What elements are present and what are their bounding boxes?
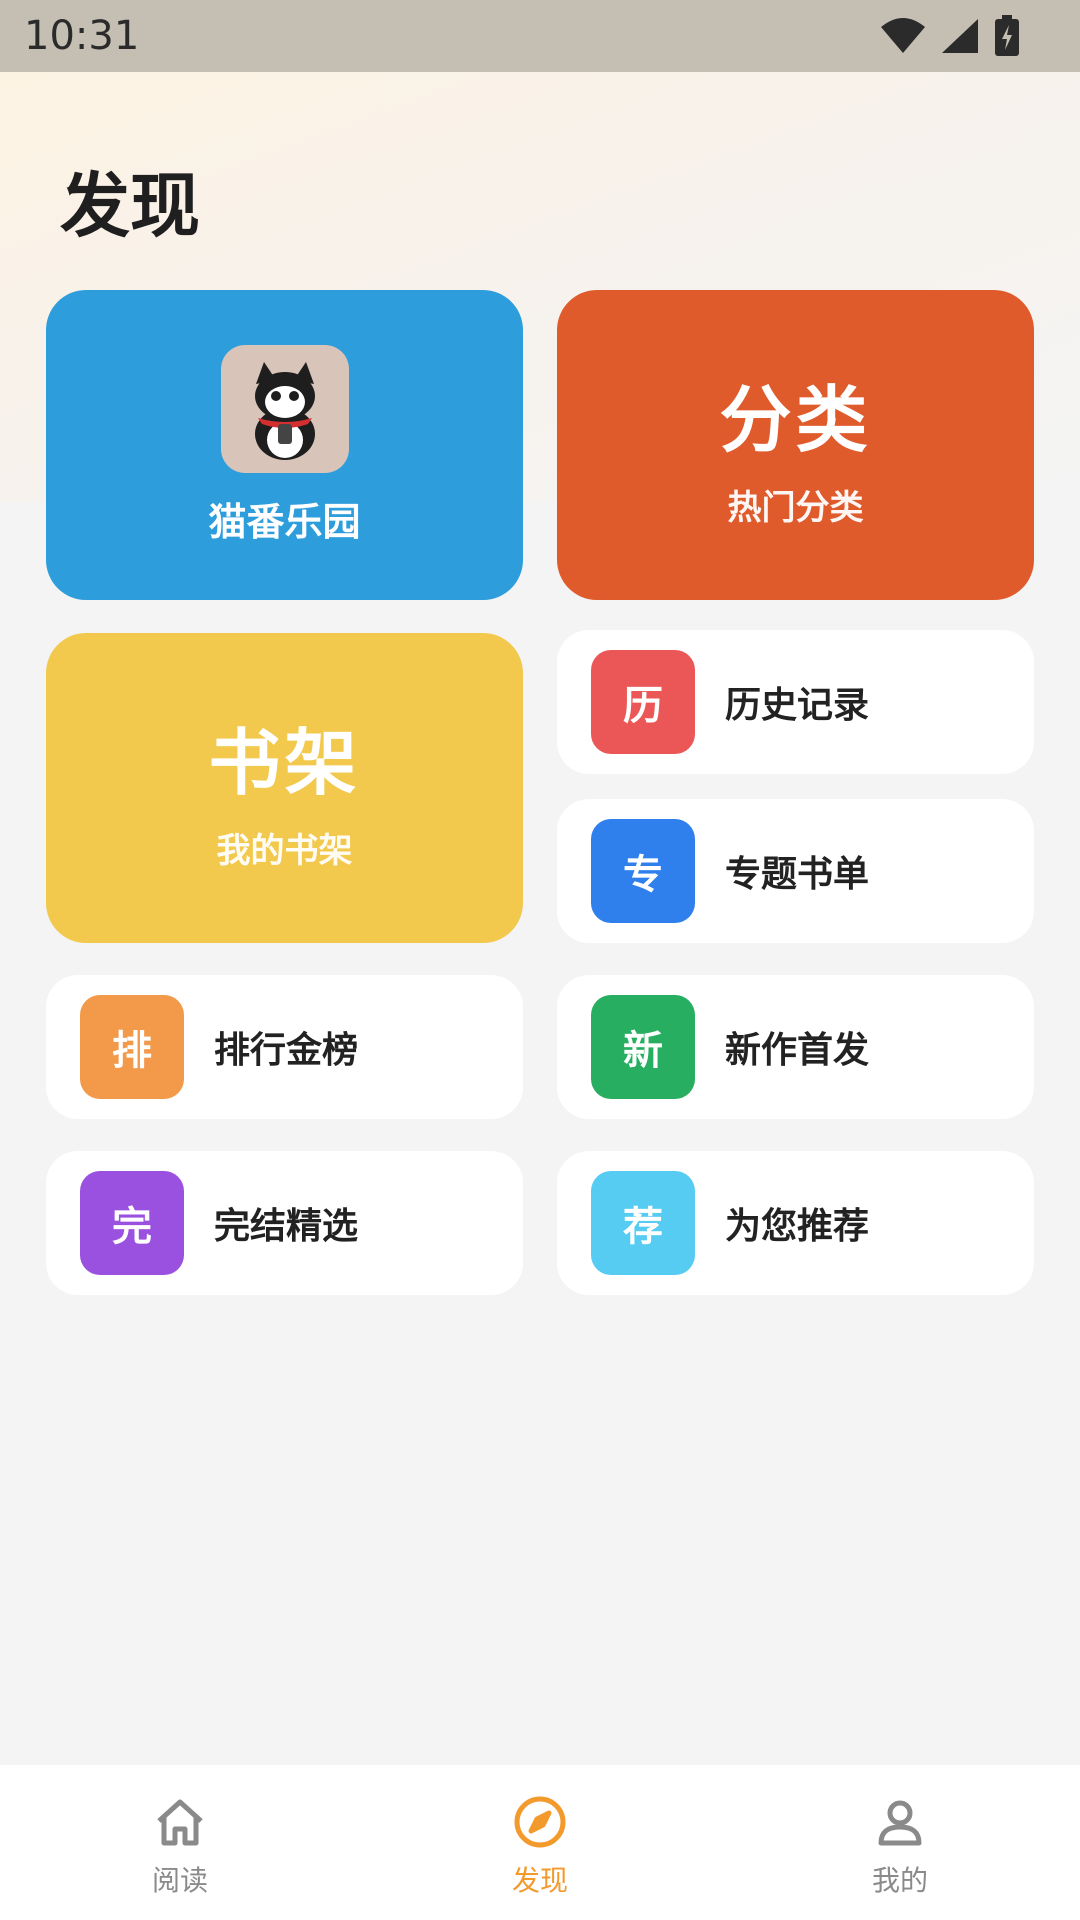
topic-label: 专题书单 (725, 854, 870, 895)
history-badge: 历 (591, 650, 695, 754)
nav-tab-read[interactable]: 阅读 (0, 1765, 360, 1920)
topic-badge: 专 (591, 819, 695, 923)
category-subtitle: 热门分类 (727, 488, 864, 528)
menu-item-history[interactable]: 历 历史记录 (557, 630, 1034, 774)
completed-badge: 完 (80, 1171, 184, 1275)
history-label: 历史记录 (725, 685, 870, 726)
user-icon (873, 1795, 927, 1853)
bookshelf-subtitle: 我的书架 (216, 831, 353, 871)
category-title: 分类 (719, 378, 872, 462)
status-bar: 10:31 (0, 0, 1080, 72)
nav-tab-discover[interactable]: 发现 (360, 1765, 720, 1920)
completed-label: 完结精选 (214, 1206, 359, 1247)
page-title: 发现 (60, 165, 200, 247)
nav-label-discover: 发现 (511, 1864, 568, 1897)
status-time: 10:31 (24, 13, 140, 59)
cat-park-card[interactable]: 猫番乐园 (46, 290, 523, 600)
compass-icon (513, 1795, 567, 1853)
new-releases-label: 新作首发 (725, 1030, 870, 1071)
nav-tab-profile[interactable]: 我的 (720, 1765, 1080, 1920)
cat-avatar (220, 344, 349, 473)
discover-screen: 10:31 发现 猫番乐园 分类 热门分类 书架 我的书架 历 历史记录 专 专… (0, 0, 1080, 1920)
status-icons (880, 15, 1020, 57)
wifi-icon (880, 17, 926, 55)
bottom-nav: 阅读 发现 我的 (0, 1765, 1080, 1920)
recommended-badge: 荐 (591, 1171, 695, 1275)
ranking-badge: 排 (80, 995, 184, 1099)
recommended-label: 为您推荐 (725, 1206, 870, 1247)
home-icon (153, 1795, 207, 1853)
bookshelf-card[interactable]: 书架 我的书架 (46, 633, 523, 943)
battery-icon (994, 15, 1020, 57)
menu-item-recommended[interactable]: 荐 为您推荐 (557, 1151, 1034, 1295)
ranking-label: 排行金榜 (214, 1030, 359, 1071)
menu-item-completed[interactable]: 完 完结精选 (46, 1151, 523, 1295)
category-card[interactable]: 分类 热门分类 (557, 290, 1034, 600)
bookshelf-title: 书架 (208, 721, 361, 805)
signal-icon (940, 17, 980, 55)
new-releases-badge: 新 (591, 995, 695, 1099)
nav-label-profile: 我的 (871, 1864, 928, 1897)
nav-label-read: 阅读 (151, 1864, 208, 1897)
cat-park-label: 猫番乐园 (208, 499, 361, 544)
menu-item-topic-lists[interactable]: 专 专题书单 (557, 799, 1034, 943)
menu-item-new-releases[interactable]: 新 新作首发 (557, 975, 1034, 1119)
menu-item-ranking[interactable]: 排 排行金榜 (46, 975, 523, 1119)
